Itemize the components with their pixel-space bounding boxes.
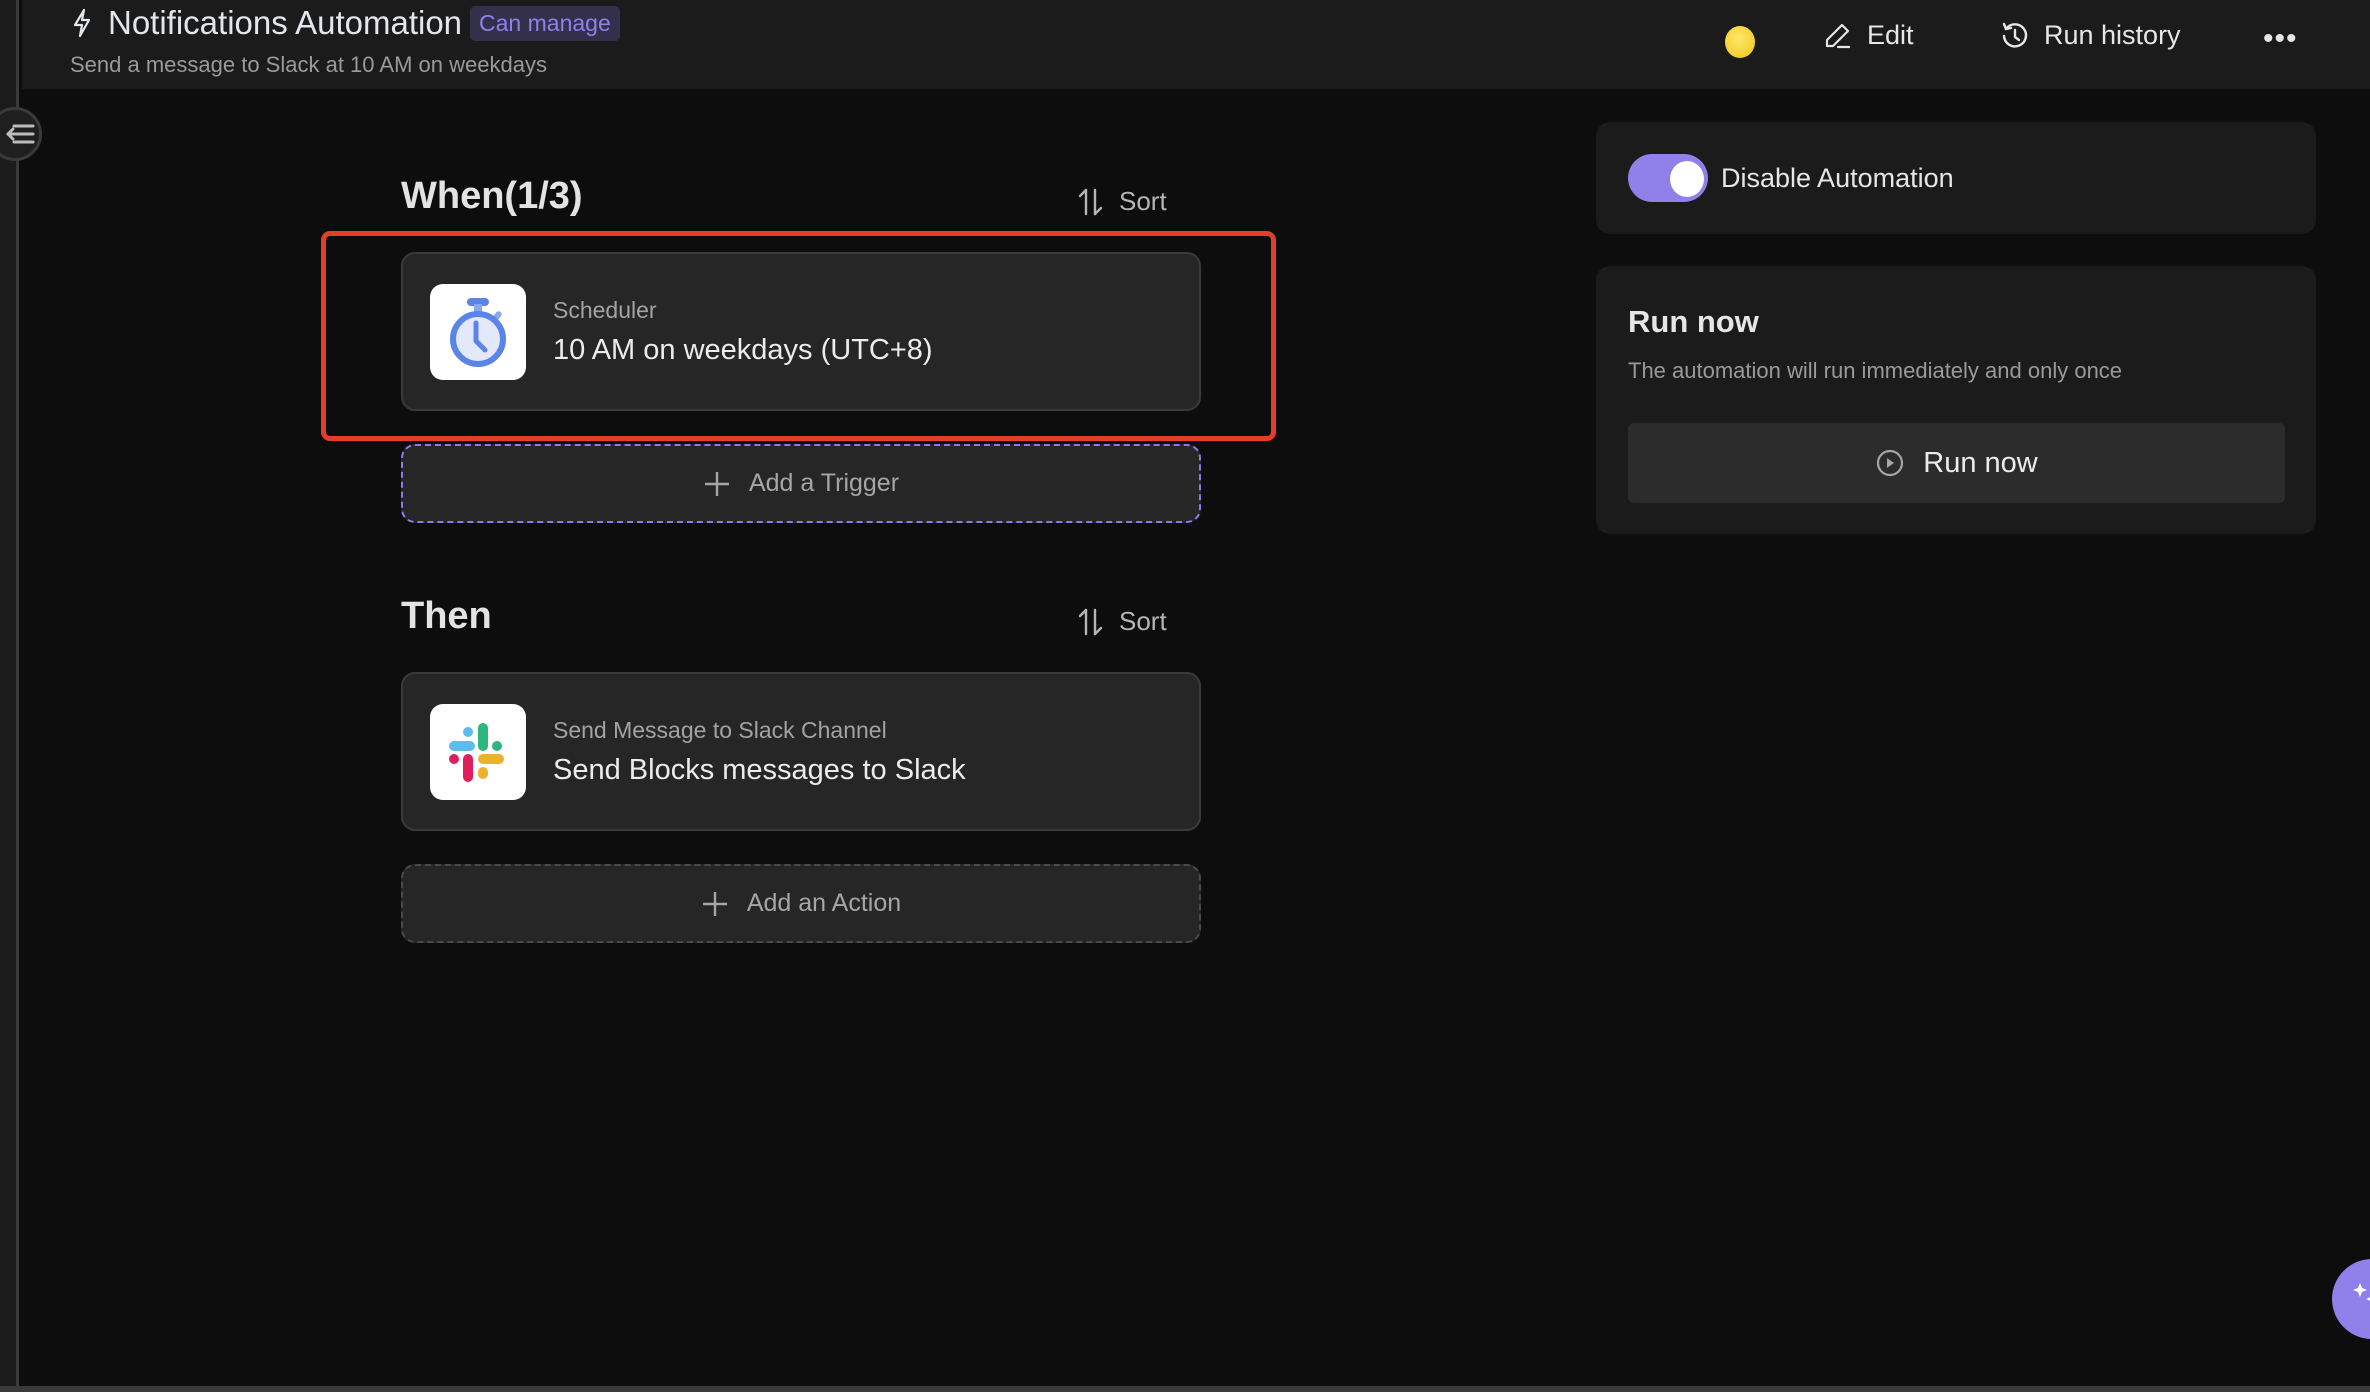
- sort-icon: [1078, 608, 1103, 635]
- when-section-title: When(1/3): [401, 175, 583, 217]
- bottom-border: [0, 1386, 2370, 1392]
- add-action-label: Add an Action: [746, 889, 902, 917]
- run-now-panel: Run now The automation will run immediat…: [1596, 266, 2316, 534]
- sidebar-collapse-button[interactable]: [0, 107, 42, 161]
- add-action-button[interactable]: Add an Action: [401, 864, 1201, 943]
- history-icon: [2002, 22, 2028, 48]
- pencil-icon: [1825, 23, 1851, 48]
- disable-automation-panel: Disable Automation: [1596, 122, 2316, 234]
- ai-assistant-button[interactable]: [2332, 1259, 2370, 1339]
- then-sort-button[interactable]: Sort: [1077, 606, 1167, 637]
- page-title: Notifications Automation: [108, 4, 463, 41]
- collapse-sidebar-icon: [6, 124, 35, 144]
- edit-button[interactable]: Edit: [1823, 20, 1914, 51]
- run-now-button[interactable]: Run now: [1628, 423, 2285, 503]
- page-subtitle: Send a message to Slack at 10 AM on week…: [70, 52, 547, 77]
- action-type-label: Send Message to Slack Channel: [553, 716, 887, 743]
- sort-label: Sort: [1119, 606, 1167, 636]
- slack-icon: [430, 703, 526, 800]
- sparkle-icon: [2353, 1283, 2370, 1301]
- action-description: Send Blocks messages to Slack: [553, 753, 966, 786]
- more-options-button[interactable]: •••: [2263, 22, 2298, 56]
- run-now-description: The automation will run immediately and …: [1628, 358, 2123, 383]
- left-rail: [0, 0, 19, 1392]
- trigger-card-scheduler[interactable]: Scheduler 10 AM on weekdays (UTC+8): [401, 252, 1201, 411]
- trigger-type-label: Scheduler: [553, 296, 657, 323]
- action-card-slack[interactable]: Send Message to Slack Channel Send Block…: [401, 672, 1201, 831]
- run-history-button[interactable]: Run history: [2000, 20, 2181, 51]
- bolt-icon: [72, 5, 100, 41]
- status-emoji-icon[interactable]: [1725, 26, 1755, 58]
- plus-icon: [702, 891, 727, 916]
- edit-label: Edit: [1867, 20, 1914, 50]
- toggle-knob: [1670, 161, 1704, 197]
- when-sort-button[interactable]: Sort: [1077, 186, 1167, 217]
- add-trigger-label: Add a Trigger: [748, 469, 900, 497]
- add-trigger-button[interactable]: Add a Trigger: [401, 444, 1201, 523]
- then-section-title: Then: [401, 595, 492, 637]
- play-circle-icon: [1877, 449, 1904, 477]
- run-history-label: Run history: [2044, 20, 2181, 50]
- plus-icon: [704, 471, 729, 496]
- disable-automation-label: Disable Automation: [1721, 162, 1954, 193]
- title-row: Notifications Automation Can manage: [72, 4, 620, 42]
- run-now-button-label: Run now: [1923, 446, 2038, 479]
- trigger-description: 10 AM on weekdays (UTC+8): [553, 333, 933, 366]
- permission-badge: Can manage: [470, 5, 620, 41]
- sort-icon: [1078, 188, 1103, 215]
- sort-label: Sort: [1119, 186, 1167, 216]
- more-dots-icon: •••: [2263, 22, 2298, 55]
- stopwatch-icon: [430, 283, 526, 380]
- run-now-title: Run now: [1628, 304, 1759, 339]
- disable-automation-toggle[interactable]: [1628, 154, 1708, 202]
